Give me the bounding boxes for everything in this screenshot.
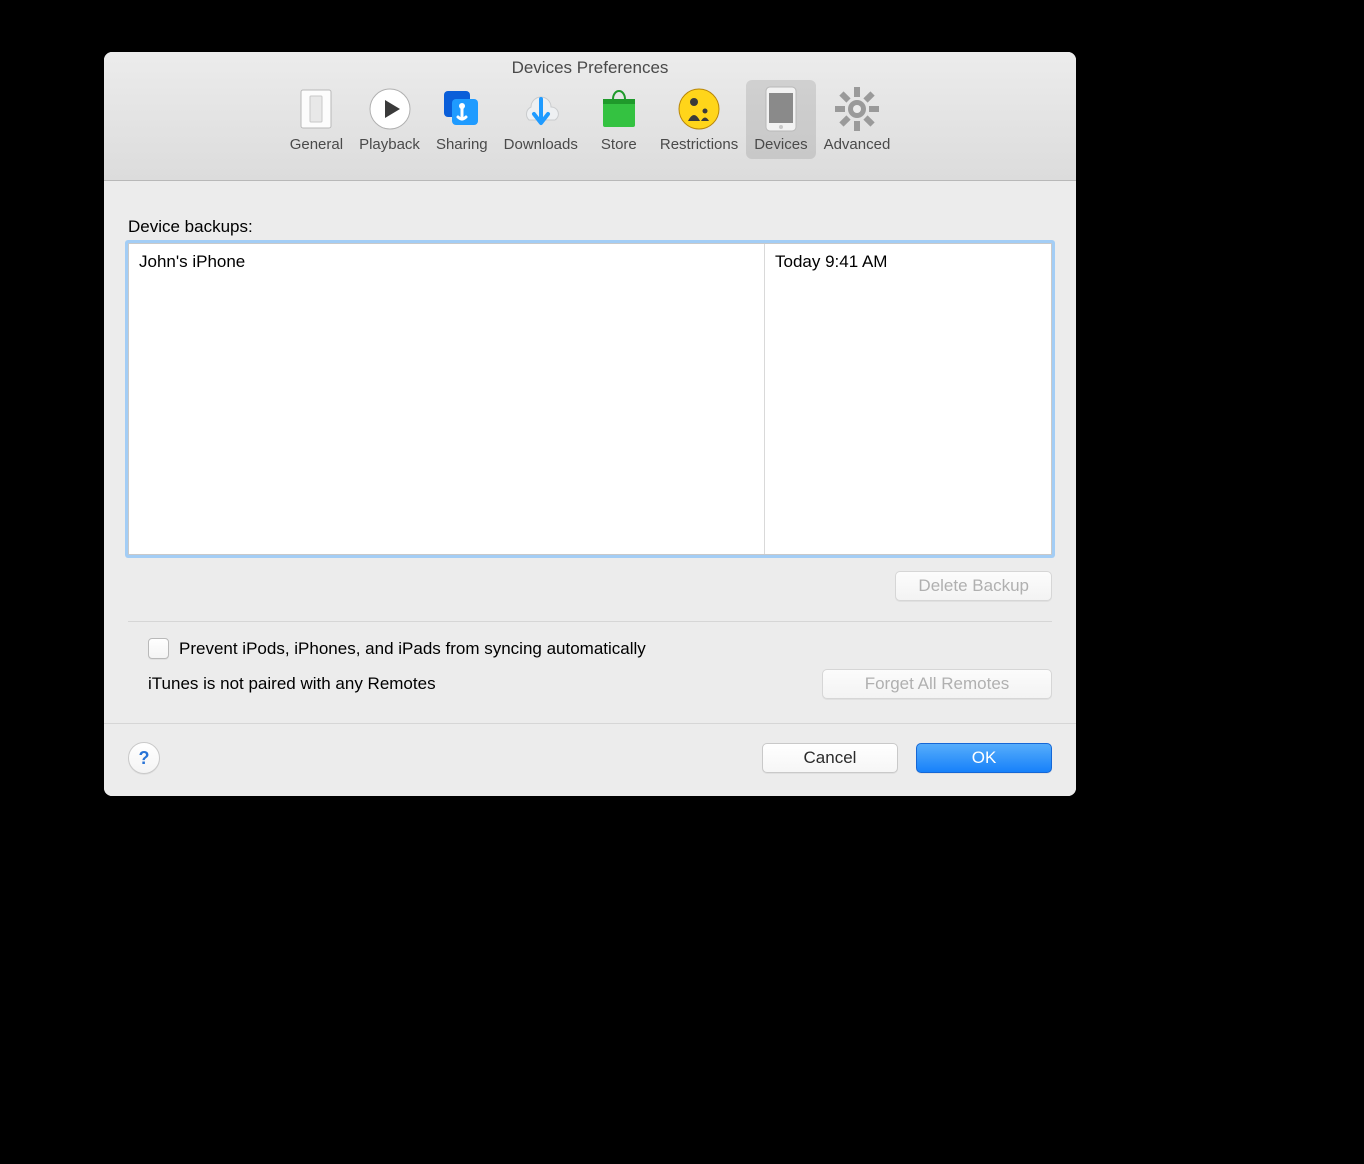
tab-sharing[interactable]: Sharing bbox=[428, 80, 496, 159]
window-title: Devices Preferences bbox=[512, 58, 669, 78]
downloads-icon bbox=[516, 84, 566, 134]
tab-label: Sharing bbox=[436, 136, 488, 153]
tab-label: Advanced bbox=[824, 136, 891, 153]
playback-icon bbox=[365, 84, 415, 134]
backup-row[interactable]: John's iPhone Today 9:41 AM bbox=[129, 244, 1051, 554]
footer: ? Cancel OK bbox=[104, 723, 1076, 796]
tab-restrictions[interactable]: Restrictions bbox=[652, 80, 746, 159]
prevent-sync-row: Prevent iPods, iPhones, and iPads from s… bbox=[128, 638, 1052, 659]
tab-label: Devices bbox=[754, 136, 807, 153]
tab-label: Restrictions bbox=[660, 136, 738, 153]
tab-general[interactable]: General bbox=[282, 80, 351, 159]
sharing-icon bbox=[437, 84, 487, 134]
tab-label: Downloads bbox=[504, 136, 578, 153]
tab-label: Store bbox=[601, 136, 637, 153]
general-icon bbox=[291, 84, 341, 134]
backup-list[interactable]: John's iPhone Today 9:41 AM bbox=[128, 243, 1052, 555]
forget-remotes-button[interactable]: Forget All Remotes bbox=[822, 669, 1052, 699]
prevent-sync-label: Prevent iPods, iPhones, and iPads from s… bbox=[179, 639, 646, 659]
tab-advanced[interactable]: Advanced bbox=[816, 80, 899, 159]
divider bbox=[128, 621, 1052, 622]
backup-date: Today 9:41 AM bbox=[765, 244, 1051, 554]
help-button[interactable]: ? bbox=[128, 742, 160, 774]
toolbar: General Playback bbox=[282, 80, 899, 159]
device-backups-label: Device backups: bbox=[128, 217, 1052, 237]
delete-backup-button[interactable]: Delete Backup bbox=[895, 571, 1052, 601]
ok-button[interactable]: OK bbox=[916, 743, 1052, 773]
tab-downloads[interactable]: Downloads bbox=[496, 80, 586, 159]
devices-icon bbox=[756, 84, 806, 134]
remotes-status: iTunes is not paired with any Remotes bbox=[148, 674, 436, 694]
advanced-icon bbox=[832, 84, 882, 134]
store-icon bbox=[594, 84, 644, 134]
tab-playback[interactable]: Playback bbox=[351, 80, 428, 159]
tab-label: Playback bbox=[359, 136, 420, 153]
prevent-sync-checkbox[interactable] bbox=[148, 638, 169, 659]
tab-store[interactable]: Store bbox=[586, 80, 652, 159]
titlebar: Devices Preferences General bbox=[104, 52, 1076, 181]
content-pane: Device backups: John's iPhone Today 9:41… bbox=[104, 181, 1076, 699]
tab-devices[interactable]: Devices bbox=[746, 80, 815, 159]
remotes-row: iTunes is not paired with any Remotes Fo… bbox=[128, 669, 1052, 699]
restrictions-icon bbox=[674, 84, 724, 134]
preferences-window: Devices Preferences General bbox=[104, 52, 1076, 796]
tab-label: General bbox=[290, 136, 343, 153]
cancel-button[interactable]: Cancel bbox=[762, 743, 898, 773]
backup-name: John's iPhone bbox=[129, 244, 765, 554]
